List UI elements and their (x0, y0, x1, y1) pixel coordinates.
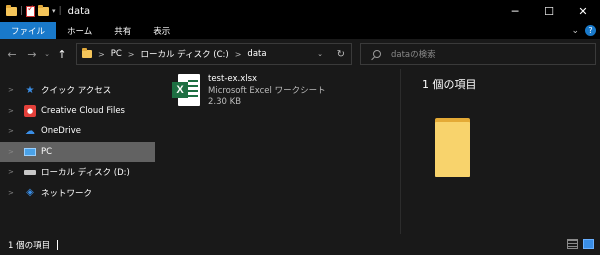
close-button[interactable]: ✕ (566, 0, 600, 22)
address-dropdown-icon[interactable]: ⌄ (317, 50, 323, 58)
tab-view[interactable]: 表示 (142, 22, 181, 39)
expand-chevron-icon[interactable]: > (8, 107, 18, 115)
crumb-separator[interactable]: > (128, 50, 135, 59)
folder-icon (82, 48, 92, 58)
breadcrumb-pc[interactable]: PC (111, 49, 122, 59)
item-count-heading: 1 個の項目 (422, 78, 477, 91)
sidebar-item-label: PC (41, 146, 53, 157)
excel-line (188, 90, 198, 92)
search-placeholder: dataの検索 (391, 50, 436, 60)
cloud-icon: ☁ (25, 125, 35, 137)
customize-toolbar-dropdown[interactable]: ▾ (52, 7, 56, 15)
sidebar-item-quick-access[interactable]: > ★ クイック アクセス (0, 80, 158, 101)
tab-home[interactable]: ホーム (56, 22, 103, 39)
up-button[interactable]: ↑ (54, 48, 70, 61)
status-separator (57, 239, 59, 250)
sidebar-item-label: ローカル ディスク (D:) (41, 168, 130, 179)
minimize-button[interactable]: ─ (498, 0, 532, 22)
navigation-pane: > ★ クイック アクセス > ● Creative Cloud Files >… (0, 69, 158, 234)
back-button[interactable]: ← (4, 48, 20, 61)
file-list[interactable]: X test-ex.xlsx Microsoft Excel ワークシート 2.… (158, 69, 400, 234)
help-icon[interactable]: ? (585, 25, 596, 36)
file-type: Microsoft Excel ワークシート (208, 85, 326, 96)
file-size: 2.30 KB (208, 97, 242, 107)
search-icon (373, 50, 381, 58)
pc-icon (24, 147, 36, 156)
forward-button[interactable]: → (24, 48, 40, 61)
tab-share[interactable]: 共有 (103, 22, 142, 39)
ribbon-right-controls: ⌄ ? (571, 22, 596, 39)
address-bar[interactable]: > PC > ローカル ディスク (C:) > data ⌄ ↻ (76, 43, 352, 65)
pc-icon-wrap (24, 146, 36, 158)
sidebar-item-local-disk-d[interactable]: > ローカル ディスク (D:) (0, 162, 158, 183)
new-folder-icon[interactable] (38, 4, 50, 16)
status-item-count: 1 個の項目 (8, 240, 51, 251)
view-buttons (567, 239, 594, 249)
folder-icon[interactable] (6, 4, 17, 16)
window-title: data (67, 5, 91, 17)
drive-icon-wrap (24, 166, 36, 178)
sidebar-item-label: クイック アクセス (41, 86, 112, 97)
folder-front (435, 122, 470, 177)
large-icons-view-icon[interactable] (583, 239, 594, 249)
creative-cloud-icon: ● (24, 104, 36, 117)
tab-file[interactable]: ファイル (0, 22, 57, 39)
expand-chevron-icon[interactable]: > (8, 86, 18, 94)
sidebar-item-onedrive[interactable]: > ☁ OneDrive (0, 121, 158, 142)
crumb-separator[interactable]: > (235, 50, 242, 59)
breadcrumb-data[interactable]: data (247, 49, 266, 59)
properties-icon[interactable] (26, 4, 36, 17)
window-controls: ─ ☐ ✕ (498, 0, 600, 22)
sidebar-item-pc[interactable]: > PC (0, 141, 155, 162)
expand-ribbon-icon[interactable]: ⌄ (571, 26, 579, 36)
toolbar-separator: | (20, 6, 24, 16)
quick-access-toolbar: | ▾ | (0, 4, 62, 17)
expand-chevron-icon[interactable]: > (8, 127, 18, 135)
network-icon: ◈ (26, 187, 34, 199)
expand-chevron-icon[interactable]: > (8, 148, 18, 156)
file-details: test-ex.xlsx Microsoft Excel ワークシート 2.30… (208, 74, 326, 109)
maximize-button[interactable]: ☐ (532, 0, 566, 22)
file-item[interactable]: X test-ex.xlsx Microsoft Excel ワークシート 2.… (172, 74, 326, 109)
refresh-icon[interactable]: ↻ (337, 49, 345, 60)
title-bar: | ▾ | data ─ ☐ ✕ (0, 0, 600, 22)
expand-chevron-icon[interactable]: > (8, 168, 18, 176)
file-name[interactable]: test-ex.xlsx (208, 74, 326, 86)
expand-chevron-icon[interactable]: > (8, 189, 18, 197)
drive-icon (24, 169, 36, 175)
ribbon-tabs: ファイル ホーム 共有 表示 ⌄ ? (0, 22, 600, 39)
sidebar-item-network[interactable]: > ◈ ネットワーク (0, 183, 158, 204)
excel-line (188, 80, 198, 82)
toolbar-separator-2: | (58, 6, 62, 16)
sidebar-item-label: Creative Cloud Files (41, 105, 125, 116)
folder-icon (435, 118, 470, 177)
sidebar-item-label: OneDrive (41, 126, 81, 137)
excel-icon: X (172, 74, 200, 106)
recent-locations-button[interactable]: ⌄ (42, 50, 52, 58)
sidebar-item-creative-cloud[interactable]: > ● Creative Cloud Files (0, 101, 158, 122)
excel-line (188, 85, 198, 87)
sidebar-item-label: ネットワーク (41, 188, 93, 199)
status-bar: 1 個の項目 (0, 234, 600, 255)
search-box[interactable]: dataの検索 (360, 43, 596, 65)
details-pane: 1 個の項目 (400, 69, 600, 234)
crumb-separator[interactable]: > (98, 50, 105, 59)
navigation-bar: ← → ⌄ ↑ > PC > ローカル ディスク (C:) > data ⌄ ↻… (0, 39, 600, 69)
details-view-icon[interactable] (567, 239, 578, 249)
excel-badge: X (172, 82, 188, 98)
breadcrumb-local-disk-c[interactable]: ローカル ディスク (C:) (140, 48, 228, 60)
excel-line (188, 95, 198, 97)
star-icon: ★ (25, 84, 35, 96)
